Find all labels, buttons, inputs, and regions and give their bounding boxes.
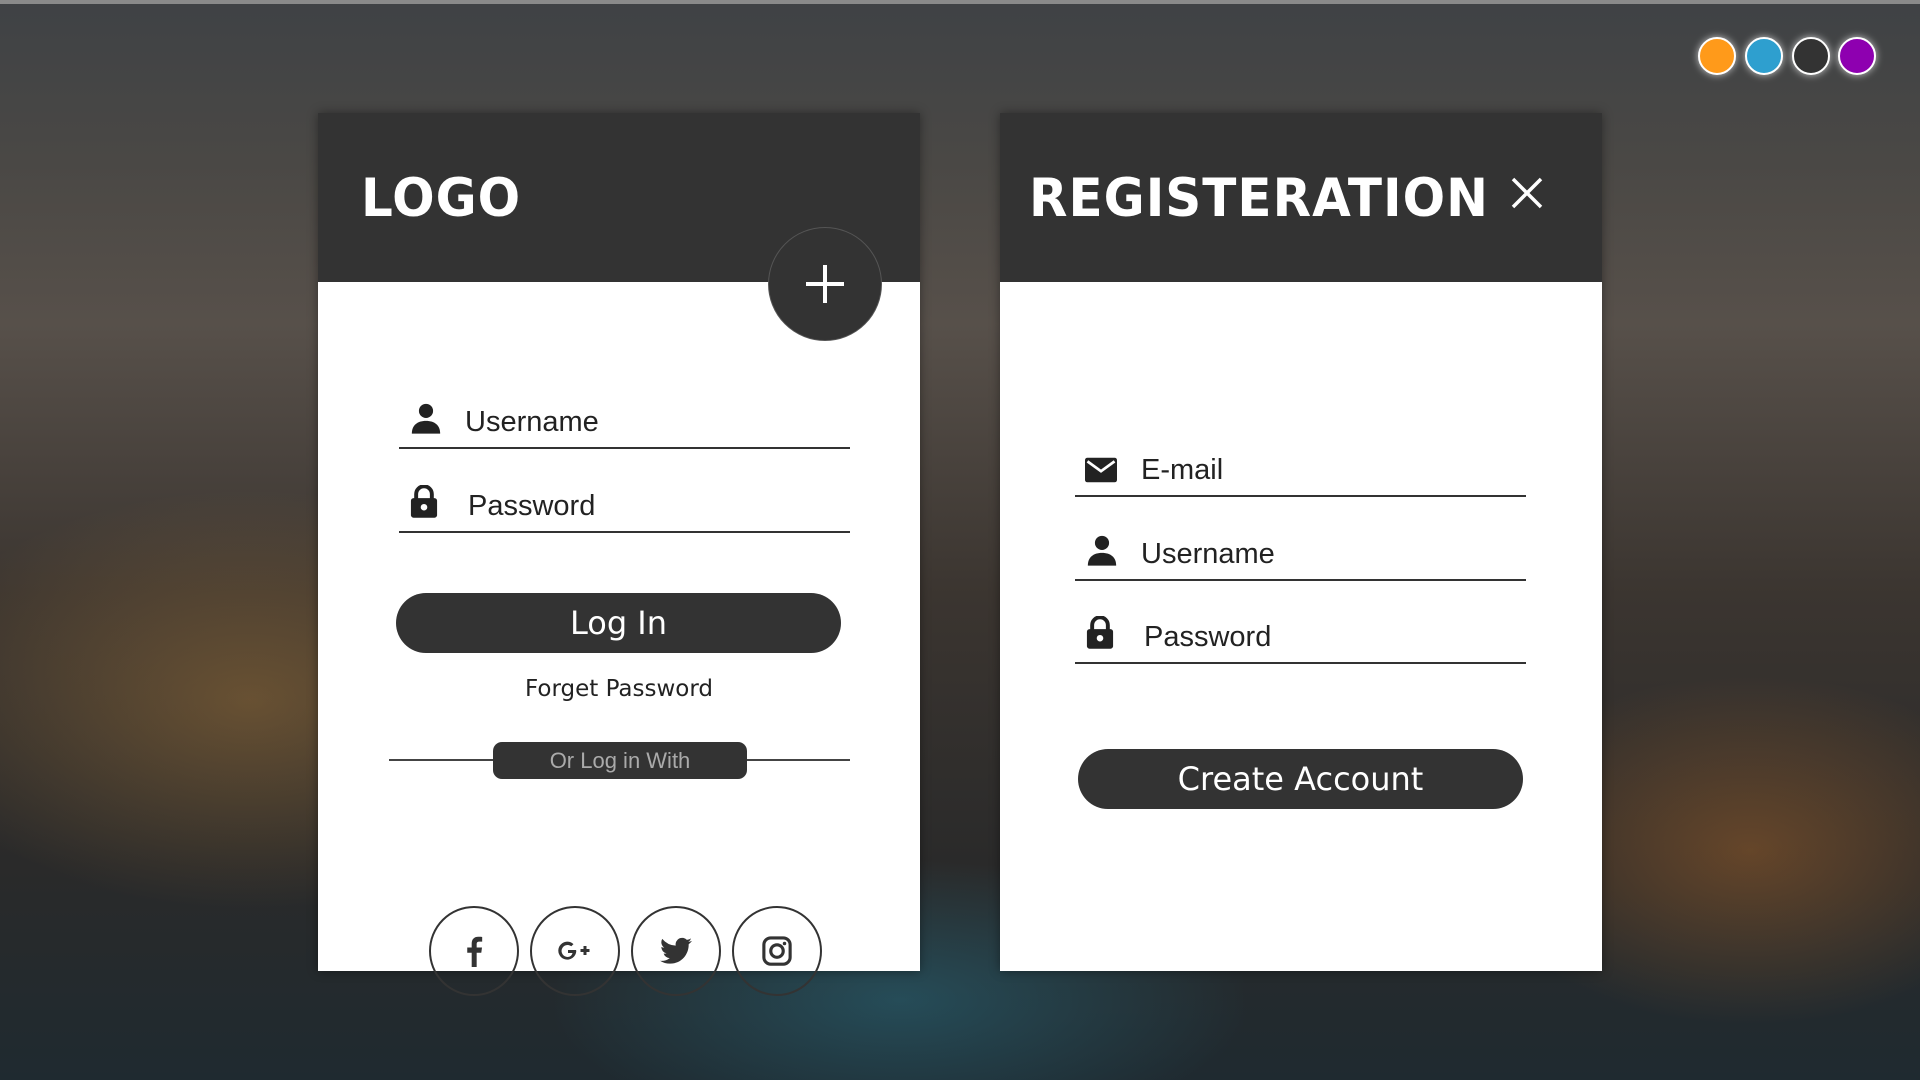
theme-dot-purple[interactable] — [1838, 37, 1876, 75]
instagram-icon — [762, 936, 792, 966]
registration-header: REGISTERATION — [1000, 113, 1602, 282]
google-plus-icon — [558, 941, 590, 960]
forget-password-link[interactable]: Forget Password — [318, 676, 920, 702]
twitter-button[interactable] — [631, 906, 721, 996]
user-icon — [411, 403, 441, 434]
registration-title: REGISTERATION — [1029, 167, 1489, 229]
theme-dot-blue[interactable] — [1745, 37, 1783, 75]
add-button[interactable] — [768, 227, 882, 341]
close-button[interactable] — [1507, 173, 1547, 213]
theme-dot-orange[interactable] — [1698, 37, 1736, 75]
login-card: LOGO Username Password Log In Forget Pas… — [318, 113, 920, 996]
email-placeholder: E-mail — [1141, 454, 1224, 486]
password-placeholder: Password — [468, 490, 596, 522]
user-icon — [1087, 535, 1117, 566]
username-placeholder: Username — [1141, 538, 1275, 570]
plus-icon — [806, 265, 844, 303]
logo: LOGO — [361, 167, 522, 229]
create-account-button[interactable]: Create Account — [1078, 749, 1523, 809]
registration-card: REGISTERATION E-mail Username Password C… — [1000, 113, 1602, 971]
facebook-icon — [467, 936, 483, 967]
close-icon — [1511, 177, 1543, 209]
lock-icon — [410, 485, 438, 518]
login-button[interactable]: Log In — [396, 593, 841, 653]
password-field[interactable]: Password — [399, 481, 850, 533]
password-placeholder: Password — [1144, 621, 1272, 653]
lock-icon — [1086, 616, 1114, 649]
facebook-button[interactable] — [429, 906, 519, 996]
username-placeholder: Username — [465, 406, 599, 438]
theme-dot-dark[interactable] — [1792, 37, 1830, 75]
google-plus-button[interactable] — [530, 906, 620, 996]
username-field[interactable]: Username — [1075, 529, 1526, 581]
twitter-icon — [660, 937, 692, 964]
instagram-button[interactable] — [732, 906, 822, 996]
or-login-with-label: Or Log in With — [493, 742, 747, 779]
username-field[interactable]: Username — [399, 397, 850, 449]
password-field[interactable]: Password — [1075, 612, 1526, 664]
email-field[interactable]: E-mail — [1075, 445, 1526, 497]
mail-icon — [1085, 457, 1117, 483]
window-top-bar — [0, 0, 1920, 4]
